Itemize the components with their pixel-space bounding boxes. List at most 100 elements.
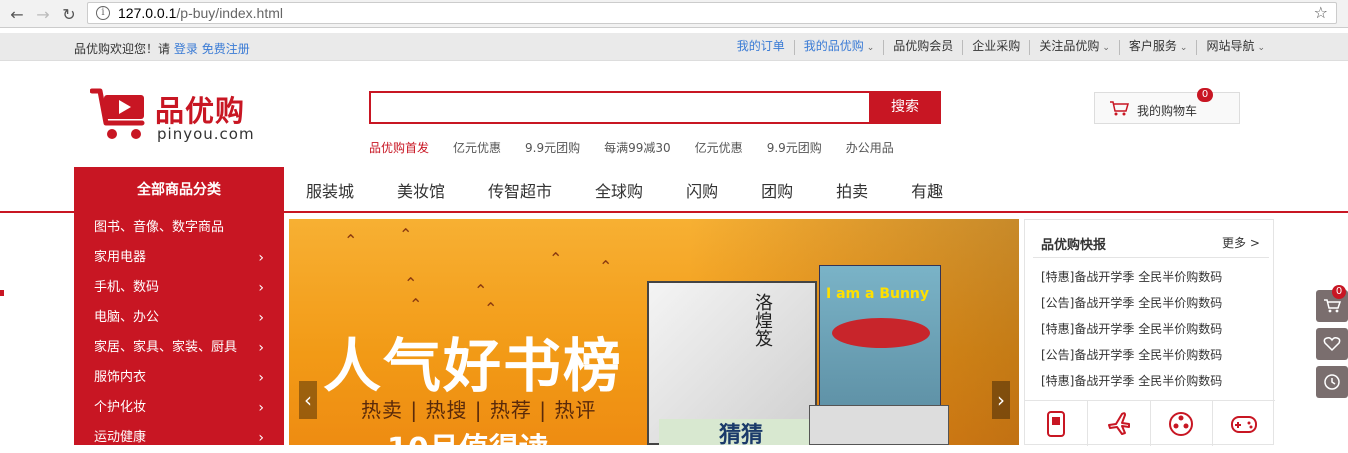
chevron-right-icon: ›: [258, 340, 264, 356]
category-label: 家居、家具、家装、厨具: [94, 340, 238, 355]
chevron-right-icon: ›: [258, 370, 264, 386]
cart-icon: [1110, 101, 1129, 116]
book-cover: I am a Bunny: [819, 265, 941, 425]
divider: [1033, 257, 1269, 258]
news-tag: [特惠]: [1041, 322, 1075, 336]
site-logo[interactable]: 品优购 pinyou.com: [90, 85, 270, 145]
reload-icon[interactable]: ↻: [58, 3, 80, 25]
all-categories-button[interactable]: 全部商品分类: [74, 167, 284, 213]
nav-item[interactable]: 全球购: [595, 178, 643, 202]
site-nav-link[interactable]: 网站导航 ⌄: [1196, 40, 1274, 55]
news-item[interactable]: [特惠]备战开学季 全民半价购数码: [1041, 320, 1222, 346]
register-link[interactable]: 免费注册: [202, 42, 250, 56]
movie-ticket-icon[interactable]: [1151, 401, 1214, 446]
main-nav: 全部商品分类 服装城 美妆馆 传智超市 全球购 闪购 团购 拍卖 有趣: [0, 167, 1348, 213]
member-link[interactable]: 品优购会员: [883, 40, 962, 55]
service-icons: [1025, 400, 1275, 446]
hotword-link[interactable]: 品优购首发: [369, 139, 429, 156]
category-label: 运动健康: [94, 430, 147, 445]
phone-recharge-icon[interactable]: [1025, 401, 1088, 446]
sidebar-cart-count: 0: [1332, 285, 1346, 299]
chevron-right-icon: ›: [258, 310, 264, 326]
nav-item[interactable]: 闪购: [686, 178, 718, 202]
news-tag: [特惠]: [1041, 374, 1075, 388]
nav-item[interactable]: 团购: [761, 178, 793, 202]
logo-cart-icon: [90, 88, 145, 139]
chevron-down-icon: ⌄: [866, 43, 875, 53]
banner-prev-arrow[interactable]: ‹: [299, 381, 317, 419]
sidebar-cart-button[interactable]: 0: [1316, 285, 1348, 322]
news-tag: [公告]: [1041, 348, 1075, 362]
news-tag: [公告]: [1041, 296, 1075, 310]
hotword-link[interactable]: 办公用品: [846, 139, 894, 156]
sidebar-history-button[interactable]: [1316, 366, 1348, 398]
category-item[interactable]: 家用电器 ›: [74, 243, 284, 273]
hotword-link[interactable]: 9.9元团购: [525, 139, 580, 156]
news-item[interactable]: [特惠]备战开学季 全民半价购数码: [1041, 372, 1222, 398]
address-bar[interactable]: i 127.0.0.1/p-buy/index.html ☆: [87, 2, 1337, 24]
info-icon[interactable]: i: [96, 6, 110, 20]
category-item[interactable]: 手机、数码 ›: [74, 273, 284, 303]
nav-item[interactable]: 美妆馆: [397, 178, 445, 202]
hotword-link[interactable]: 亿元优惠: [453, 139, 501, 156]
back-icon[interactable]: ←: [6, 3, 28, 25]
news-text: 备战开学季 全民半价购数码: [1074, 374, 1223, 388]
my-pinyou-link[interactable]: 我的品优购 ⌄: [793, 40, 884, 55]
category-item[interactable]: 家居、家具、家装、厨具 ›: [74, 333, 284, 363]
airplane-ticket-icon[interactable]: [1088, 401, 1151, 446]
cart-count-badge: 0: [1197, 88, 1213, 102]
news-text: 备战开学季 全民半价购数码: [1074, 322, 1223, 336]
login-link[interactable]: 登录: [174, 42, 198, 56]
bird-icon: ⌃: [399, 225, 413, 244]
welcome-label: 品优购欢迎您！请: [74, 42, 171, 56]
heart-icon: [1323, 337, 1341, 352]
promo-banner[interactable]: ⌃ ⌃ ⌃ ⌃ ⌃ ⌃ ⌃ ⌃ 人气好书榜 热卖 | 热搜 | 热荐 | 热评 …: [289, 219, 1019, 445]
follow-label: 关注品优购: [1039, 39, 1100, 53]
category-item[interactable]: 个护化妆 ›: [74, 393, 284, 423]
search-button[interactable]: 搜索: [869, 91, 941, 124]
banner-next-arrow[interactable]: ›: [992, 381, 1010, 419]
chevron-right-icon: ›: [258, 250, 264, 266]
category-list: 图书、音像、数字商品 家用电器 › 手机、数码 › 电脑、办公 › 家居、家具、家装、…: [74, 213, 284, 446]
search-input[interactable]: [369, 91, 871, 124]
category-label: 个护化妆: [94, 400, 147, 415]
banner-title: 人气好书榜: [323, 332, 624, 400]
banner-bottom-text: 10月值得读: [387, 424, 627, 445]
forward-icon[interactable]: →: [32, 3, 54, 25]
category-item[interactable]: 服饰内衣 ›: [74, 363, 284, 393]
enterprise-link[interactable]: 企业采购: [962, 40, 1029, 55]
lips-illustration: [832, 318, 930, 348]
nav-item[interactable]: 传智超市: [488, 178, 552, 202]
bird-icon: ⌃: [484, 299, 498, 318]
browser-toolbar: ← → ↻ i 127.0.0.1/p-buy/index.html ☆: [0, 0, 1348, 28]
logo-text: 品优购: [155, 94, 246, 128]
news-item[interactable]: [公告]备战开学季 全民半价购数码: [1041, 346, 1222, 372]
game-icon[interactable]: [1213, 401, 1275, 446]
book-title: I am a Bunny: [826, 286, 930, 302]
news-text: 备战开学季 全民半价购数码: [1074, 270, 1223, 284]
sidebar-favorites-button[interactable]: [1316, 328, 1348, 360]
hotword-link[interactable]: 每满99减30: [604, 139, 671, 156]
banner-subtitle: 热卖 | 热搜 | 热荐 | 热评: [361, 398, 597, 422]
hotword-link[interactable]: 9.9元团购: [767, 139, 822, 156]
category-item[interactable]: 电脑、办公 ›: [74, 303, 284, 333]
news-item[interactable]: [公告]备战开学季 全民半价购数码: [1041, 294, 1222, 320]
chevron-right-icon: ›: [258, 400, 264, 416]
hotword-link[interactable]: 亿元优惠: [695, 139, 743, 156]
url-text[interactable]: 127.0.0.1/p-buy/index.html: [118, 5, 283, 21]
news-item[interactable]: [特惠]备战开学季 全民半价购数码: [1041, 268, 1222, 294]
category-label: 家用电器: [94, 250, 147, 265]
follow-link[interactable]: 关注品优购 ⌄: [1029, 40, 1119, 55]
search-box: 搜索: [369, 91, 941, 124]
nav-item[interactable]: 服装城: [306, 178, 354, 202]
category-item[interactable]: 图书、音像、数字商品: [74, 213, 284, 243]
cart-button[interactable]: 我的购物车 0: [1094, 88, 1240, 124]
bookmark-star-icon[interactable]: ☆: [1314, 3, 1328, 22]
nav-item[interactable]: 拍卖: [836, 178, 868, 202]
customer-service-link[interactable]: 客户服务 ⌄: [1118, 40, 1197, 55]
nav-item[interactable]: 有趣: [911, 178, 943, 202]
news-list: [特惠]备战开学季 全民半价购数码 [公告]备战开学季 全民半价购数码 [特惠]…: [1041, 268, 1222, 398]
my-orders-link[interactable]: 我的订单: [728, 40, 794, 55]
news-more-link[interactable]: 更多 >: [1222, 234, 1260, 251]
category-item[interactable]: 运动健康 ›: [74, 423, 284, 453]
